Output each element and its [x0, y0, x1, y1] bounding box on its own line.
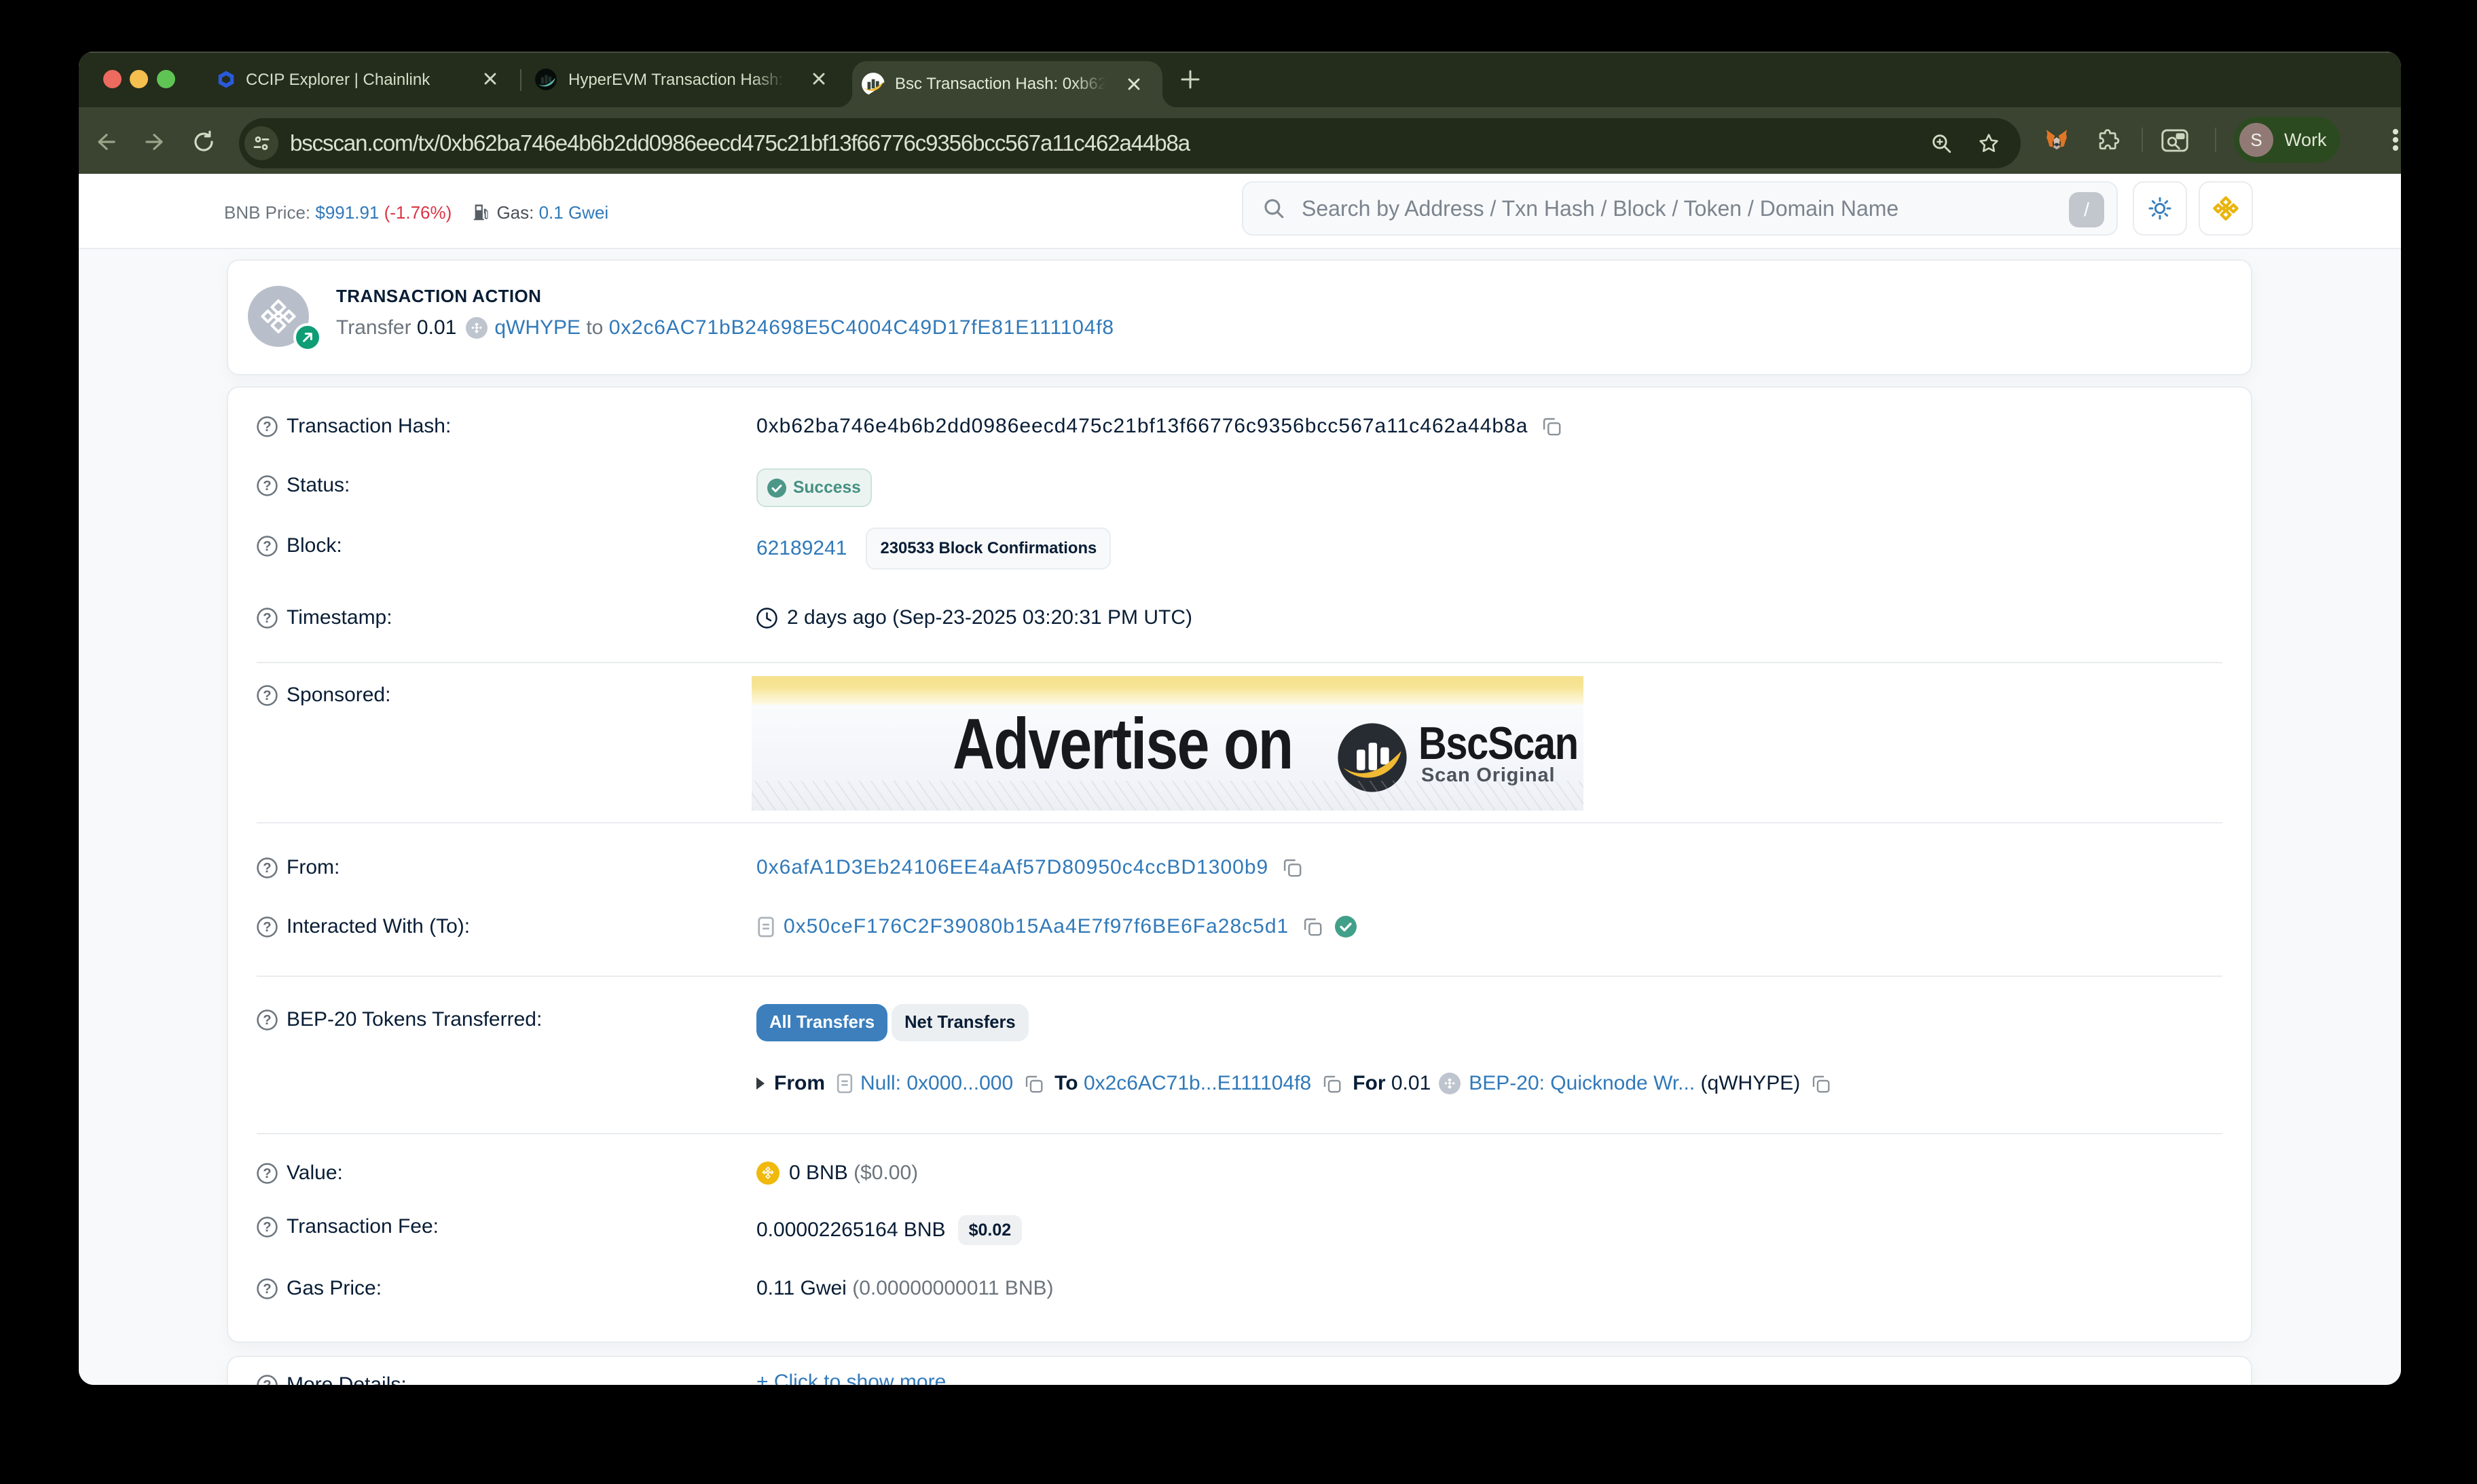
svg-text:?: ? — [263, 1220, 271, 1235]
svg-text:?: ? — [263, 420, 271, 434]
svg-text:?: ? — [263, 920, 271, 935]
svg-text:?: ? — [263, 1166, 271, 1181]
svg-text:?: ? — [263, 1282, 271, 1297]
svg-text:?: ? — [263, 1378, 271, 1385]
svg-text:?: ? — [263, 861, 271, 876]
svg-text:?: ? — [263, 688, 271, 703]
svg-text:?: ? — [263, 479, 271, 494]
svg-text:?: ? — [263, 611, 271, 626]
svg-text:?: ? — [263, 1013, 271, 1028]
svg-text:?: ? — [263, 539, 271, 554]
